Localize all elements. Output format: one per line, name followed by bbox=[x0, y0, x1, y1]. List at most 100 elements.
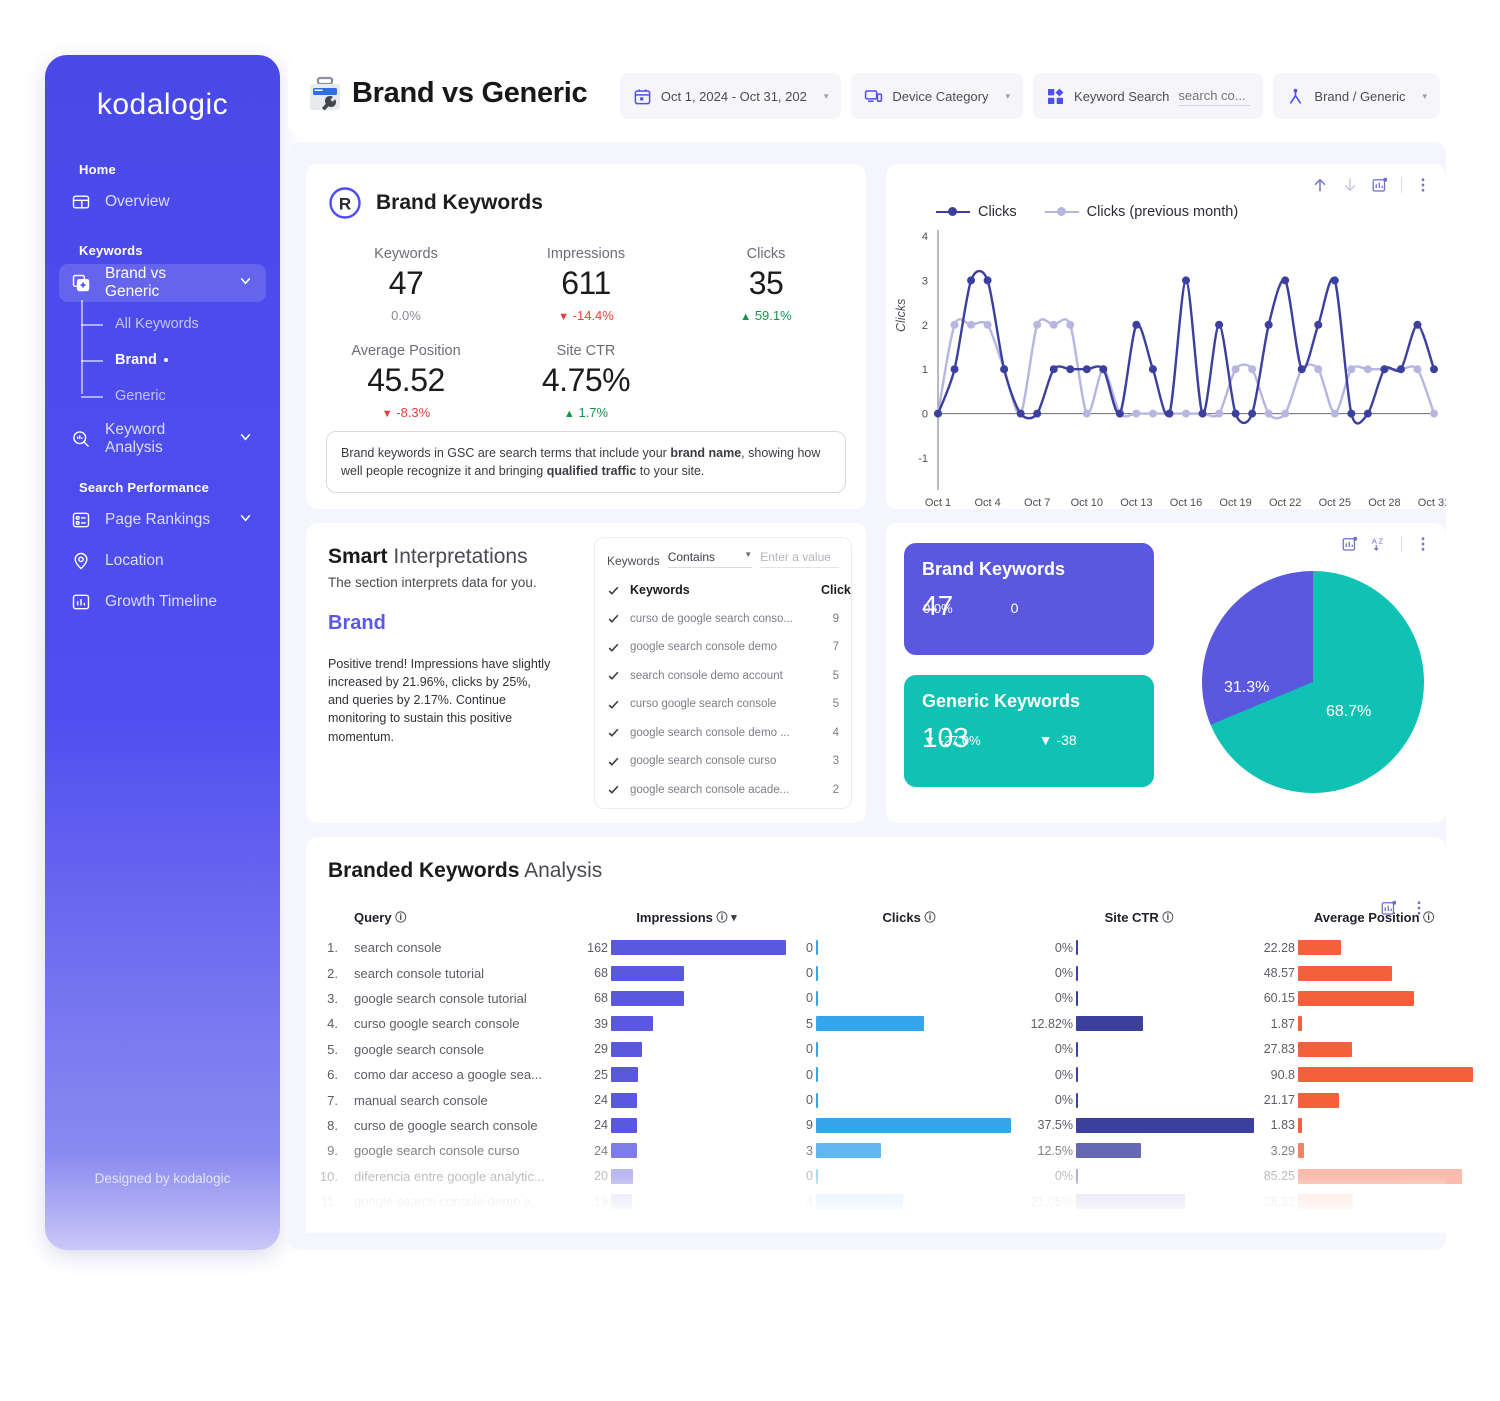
check-icon[interactable] bbox=[607, 755, 620, 768]
keyword-row[interactable]: search console demo account 5 bbox=[595, 662, 851, 691]
chevron-down-icon[interactable]: ▾ bbox=[1422, 91, 1427, 102]
check-icon[interactable] bbox=[607, 698, 620, 711]
sidebar-item-brand-vs-generic[interactable]: Brand vs Generic bbox=[59, 264, 266, 302]
table-row[interactable]: 4. curso google search console 39 5 12.82% 1.… bbox=[306, 1011, 1494, 1036]
keyword-row[interactable]: google search console curso 3 bbox=[595, 747, 851, 776]
kpi-delta-value: 1.7% bbox=[578, 405, 609, 420]
bar-fill bbox=[1298, 1041, 1352, 1057]
more-options-icon[interactable] bbox=[1410, 899, 1428, 917]
keyword-row[interactable]: curso de google search conso... 9 bbox=[595, 605, 851, 634]
info-icon[interactable]: ⓘ bbox=[1162, 912, 1173, 924]
sidebar-item-location[interactable]: Location bbox=[59, 542, 266, 580]
brand-generic-filter[interactable]: Brand / Generic ▾ bbox=[1273, 73, 1440, 119]
row-impressions: 39 bbox=[579, 1011, 794, 1036]
info-icon[interactable]: ⓘ bbox=[924, 912, 935, 924]
row-impressions: 24 bbox=[579, 1138, 794, 1163]
toolbar-divider bbox=[1401, 536, 1402, 552]
device-icon bbox=[864, 87, 883, 106]
keyword-clicks: 5 bbox=[832, 698, 839, 711]
table-row[interactable]: 5. google search console 29 0 0% 27.83 bbox=[306, 1037, 1494, 1062]
sidebar-subitem-all-keywords[interactable]: All Keywords bbox=[81, 306, 266, 342]
keyword-row[interactable]: curso google search console 5 bbox=[595, 690, 851, 719]
keyword-value-input[interactable]: Enter a value bbox=[760, 550, 839, 568]
keyword-label: google search console demo ... bbox=[630, 726, 790, 739]
keyword-row[interactable]: google search console acade... 2 bbox=[595, 776, 851, 805]
date-range-filter[interactable]: Oct 1, 2024 - Oct 31, 202 ▾ bbox=[619, 73, 842, 119]
sidebar-item-page-rankings[interactable]: Page Rankings bbox=[59, 501, 266, 539]
chevron-down-icon[interactable]: ▾ bbox=[824, 91, 829, 102]
check-icon[interactable] bbox=[607, 669, 620, 682]
sidebar-subitem-generic[interactable]: Generic bbox=[81, 378, 266, 414]
kpi-label: Clicks bbox=[746, 246, 786, 262]
export-chart-icon[interactable] bbox=[1380, 899, 1398, 917]
keyword-search-filter[interactable]: Keyword Search bbox=[1033, 73, 1264, 119]
more-options-icon[interactable] bbox=[1414, 535, 1432, 553]
table-row[interactable]: 3. google search console tutorial 68 0 0% 60.… bbox=[306, 986, 1494, 1011]
chevron-down-icon[interactable] bbox=[237, 272, 254, 294]
col-clicks[interactable]: Clicks ⓘ bbox=[794, 909, 1024, 935]
brand-generic-summary-card: A Z Brand Keywords 47 0.0% 0 Generic Key… bbox=[886, 523, 1446, 823]
tile-extra-value: -38 bbox=[1056, 732, 1077, 748]
bar-cell: 0 bbox=[794, 1041, 1024, 1057]
chevron-down-icon[interactable] bbox=[237, 509, 254, 531]
row-impressions: 24 bbox=[579, 1087, 794, 1112]
keyword-table-header: Keywords Clicks bbox=[595, 576, 851, 605]
keyword-filter-panel: Keywords Contains ▼ Enter a value Keywor… bbox=[594, 537, 852, 809]
subitem-label: All Keywords bbox=[115, 316, 199, 332]
table-row[interactable]: 6. como dar acceso a google sea... 25 0 0% 90… bbox=[306, 1062, 1494, 1087]
smart-title-bold: Smart bbox=[328, 545, 388, 568]
table-fade-overlay bbox=[306, 1175, 1446, 1233]
keyword-row[interactable]: google search console demo 7 bbox=[595, 633, 851, 662]
bar-cell: 3 bbox=[794, 1143, 1024, 1159]
svg-text:Oct 16: Oct 16 bbox=[1170, 497, 1202, 509]
bar-cell: 37.5% bbox=[1024, 1117, 1254, 1133]
check-icon[interactable] bbox=[607, 726, 620, 739]
check-icon[interactable] bbox=[607, 584, 620, 597]
check-icon[interactable] bbox=[607, 783, 620, 796]
keyword-condition-select[interactable]: Contains ▼ bbox=[667, 550, 753, 568]
table-row[interactable]: 8. curso de google search console 24 9 37.5%… bbox=[306, 1113, 1494, 1138]
sort-az-icon[interactable]: A Z bbox=[1371, 535, 1389, 553]
arrow-down-icon: ▼ bbox=[558, 311, 570, 323]
bar-value: 0 bbox=[806, 1093, 813, 1108]
check-icon[interactable] bbox=[607, 641, 620, 654]
device-category-filter[interactable]: Device Category ▾ bbox=[851, 73, 1024, 119]
col-impressions[interactable]: Impressions ⓘ ▾ bbox=[579, 909, 794, 935]
pie-chart-toolbar: A Z bbox=[1341, 535, 1432, 553]
bar-cell: 48.57 bbox=[1254, 965, 1494, 981]
bar-value: 27.83 bbox=[1263, 1042, 1295, 1057]
bar-fill bbox=[1298, 1143, 1305, 1159]
calendar-icon bbox=[633, 87, 652, 106]
sidebar-item-overview[interactable]: Overview bbox=[59, 183, 266, 221]
row-average-position: 22.28 bbox=[1254, 935, 1494, 960]
row-clicks: 0 bbox=[794, 935, 1024, 960]
table-row[interactable]: 1. search console 162 0 0% 22.28 bbox=[306, 935, 1494, 960]
sidebar-item-keyword-analysis[interactable]: Keyword Analysis bbox=[59, 420, 266, 458]
bar-cell: 60.15 bbox=[1254, 990, 1494, 1006]
bar-value: 1.83 bbox=[1270, 1118, 1295, 1133]
export-chart-icon[interactable] bbox=[1341, 535, 1359, 553]
bar-fill bbox=[816, 1117, 1011, 1133]
info-icon[interactable]: ⓘ bbox=[717, 912, 728, 924]
check-icon[interactable] bbox=[607, 612, 620, 625]
sidebar-subitem-brand[interactable]: Brand bbox=[81, 342, 266, 378]
info-icon[interactable]: ⓘ bbox=[395, 912, 406, 924]
row-site-ctr: 37.5% bbox=[1024, 1113, 1254, 1138]
table-row[interactable]: 2. search console tutorial 68 0 0% 48.57 bbox=[306, 960, 1494, 985]
chevron-down-icon[interactable] bbox=[237, 428, 254, 450]
keyword-analysis-icon bbox=[71, 429, 91, 449]
table-row[interactable]: 9. google search console curso 24 3 12.5% 3.2… bbox=[306, 1138, 1494, 1163]
kpi-card-header: R Brand Keywords bbox=[306, 164, 866, 220]
chevron-down-icon[interactable]: ▾ bbox=[1006, 91, 1011, 102]
sidebar-item-growth-timeline[interactable]: Growth Timeline bbox=[59, 583, 266, 621]
search-input[interactable] bbox=[1178, 86, 1251, 106]
keyword-row[interactable]: google search console demo ... 4 bbox=[595, 719, 851, 748]
col-query[interactable]: Query ⓘ bbox=[354, 909, 579, 935]
chevron-down-icon: ▼ bbox=[744, 550, 753, 559]
sort-caret-icon[interactable]: ▾ bbox=[731, 912, 737, 924]
bar-cell: 0% bbox=[1024, 1067, 1254, 1083]
table-row[interactable]: 7. manual search console 24 0 0% 21.17 bbox=[306, 1087, 1494, 1112]
col-site-ctr[interactable]: Site CTR ⓘ bbox=[1024, 909, 1254, 935]
bar-value: 0% bbox=[1054, 991, 1073, 1006]
col-average-position[interactable]: Average Position ⓘ bbox=[1254, 909, 1494, 935]
